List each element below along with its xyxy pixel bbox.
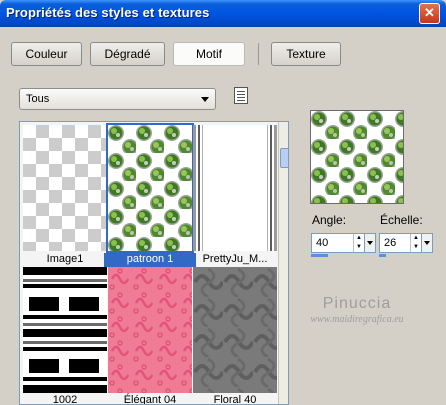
tab-bar: Couleur Dégradé Motif Texture [0, 27, 446, 77]
category-dropdown[interactable]: Tous [19, 88, 216, 110]
close-button[interactable]: ✕ [419, 3, 440, 24]
pattern-gallery: Image1 patroon 1 PrettyJu_M... 1002 Élég… [19, 121, 289, 405]
pattern-thumbnail [193, 125, 277, 251]
scale-input[interactable]: 26 ▲ ▼ [379, 233, 422, 253]
tab-texture[interactable]: Texture [271, 42, 341, 66]
watermark-name: Pinuccia [322, 295, 392, 312]
pattern-thumbnail [106, 123, 194, 253]
spin-up-icon[interactable]: ▲ [411, 234, 421, 243]
angle-dropdown[interactable] [365, 233, 376, 253]
spin-down-icon[interactable]: ▼ [411, 243, 421, 252]
title-bar: Propriétés des styles et textures ✕ [0, 0, 446, 27]
angle-spinner[interactable]: ▲ ▼ [353, 234, 364, 252]
scale-value: 26 [384, 237, 397, 249]
pattern-label: Floral 40 [213, 394, 257, 405]
scrollbar-thumb[interactable] [280, 148, 288, 168]
scale-dropdown[interactable] [422, 233, 433, 253]
tab-degrade[interactable]: Dégradé [90, 42, 165, 66]
dropdown-arrow-icon [367, 241, 373, 245]
pattern-thumbnail [23, 125, 107, 251]
category-selected: Tous [26, 93, 50, 105]
tab-separator [258, 43, 259, 65]
spin-down-icon[interactable]: ▼ [354, 243, 364, 252]
pattern-thumbnail [193, 267, 277, 393]
scale-label: Échelle: [380, 213, 423, 227]
watermark-url: www.maidiregrafica.eu [310, 314, 404, 325]
angle-value: 40 [316, 237, 329, 249]
close-icon: ✕ [424, 5, 435, 20]
scale-slider[interactable] [379, 254, 386, 257]
angle-label: Angle: [312, 213, 347, 227]
pattern-label: Élégant 04 [123, 394, 177, 405]
angle-slider[interactable] [311, 254, 328, 257]
watermark: Pinuccia www.maidiregrafica.eu [272, 295, 442, 325]
dropdown-arrow-icon [201, 97, 209, 102]
tab-couleur[interactable]: Couleur [11, 42, 82, 66]
pattern-preview [310, 110, 404, 204]
pattern-label: Image1 [46, 253, 84, 265]
spin-up-icon[interactable]: ▲ [354, 234, 364, 243]
pattern-label: PrettyJu_M... [202, 253, 268, 265]
gallery-scrollbar[interactable] [278, 122, 288, 404]
angle-input[interactable]: 40 ▲ ▼ [311, 233, 365, 253]
window-title: Propriétés des styles et textures [6, 5, 210, 20]
dialog-body: Couleur Dégradé Motif Texture Tous Image… [0, 27, 446, 405]
view-options-icon[interactable] [234, 87, 248, 104]
pattern-thumbnail [108, 267, 192, 393]
pattern-thumbnail [23, 267, 107, 393]
pattern-label: patroon 1 [104, 253, 196, 267]
dropdown-arrow-icon [424, 241, 430, 245]
scale-spinner[interactable]: ▲ ▼ [410, 234, 421, 252]
pattern-label: 1002 [52, 394, 78, 405]
tab-motif[interactable]: Motif [173, 42, 245, 66]
